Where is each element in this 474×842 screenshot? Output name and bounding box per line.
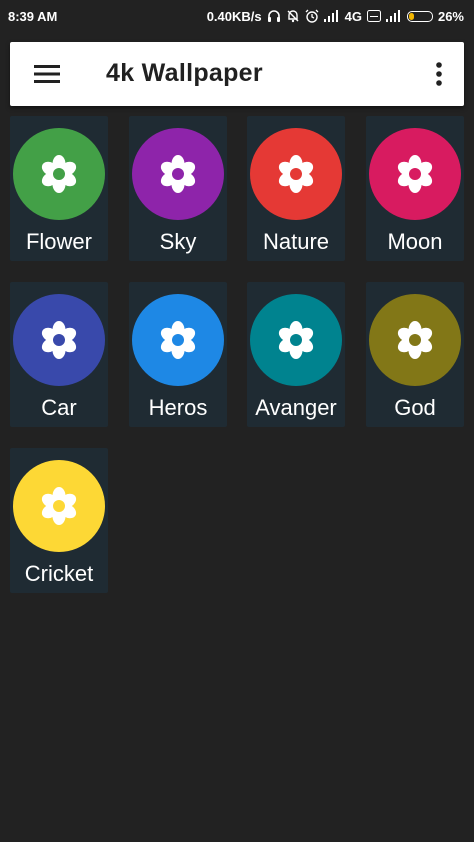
category-card-avanger[interactable]: Avanger: [247, 282, 345, 427]
flower-icon: [39, 154, 79, 194]
signal-2-icon: [385, 10, 402, 22]
overflow-menu-button[interactable]: [434, 60, 444, 88]
category-card-god[interactable]: God: [366, 282, 464, 427]
flower-icon: [39, 320, 79, 360]
flower-icon: [158, 320, 198, 360]
category-card-cricket[interactable]: Cricket: [10, 448, 108, 593]
category-card-heros[interactable]: Heros: [129, 282, 227, 427]
category-circle: [250, 128, 342, 220]
signal-icon: [323, 10, 340, 22]
category-card-nature[interactable]: Nature: [247, 116, 345, 261]
category-card-flower[interactable]: Flower: [10, 116, 108, 261]
category-circle: [13, 128, 105, 220]
flower-icon: [39, 486, 79, 526]
status-time: 8:39 AM: [8, 8, 58, 24]
category-circle: [132, 128, 224, 220]
category-label: Avanger: [255, 395, 337, 420]
flower-icon: [276, 154, 316, 194]
battery-level: [408, 12, 414, 20]
category-circle: [369, 128, 461, 220]
status-indicators: 0.40KB/s 4G 26%: [207, 9, 464, 24]
status-bar: 8:39 AM 0.40KB/s 4G 26%: [0, 0, 474, 32]
category-label: Moon: [387, 229, 443, 254]
flower-icon: [158, 154, 198, 194]
flower-icon: [395, 320, 435, 360]
category-card-car[interactable]: Car: [10, 282, 108, 427]
category-card-sky[interactable]: Sky: [129, 116, 227, 261]
flower-icon: [276, 320, 316, 360]
app-bar: 4k Wallpaper: [10, 42, 464, 106]
hamburger-menu-icon: [34, 65, 60, 83]
category-label: Nature: [262, 229, 330, 254]
category-label: Flower: [25, 229, 92, 254]
menu-button[interactable]: [34, 62, 60, 86]
network-speed: 0.40KB/s: [206, 8, 262, 24]
flower-icon: [395, 154, 435, 194]
category-circle: [13, 460, 105, 552]
category-circle: [250, 294, 342, 386]
category-label: God: [394, 395, 436, 420]
category-label: Cricket: [24, 561, 94, 586]
category-circle: [132, 294, 224, 386]
battery-icon: [406, 10, 433, 22]
notifications-off-icon: [286, 9, 300, 23]
category-card-moon[interactable]: Moon: [366, 116, 464, 261]
page-title: 4k Wallpaper: [106, 59, 263, 87]
headset-icon: [267, 9, 281, 23]
category-circle: [369, 294, 461, 386]
network-type: 4G: [344, 8, 362, 24]
battery-percent: 26%: [437, 8, 464, 24]
more-vert-icon: [436, 62, 442, 86]
category-label: Heros: [148, 395, 208, 420]
category-label: Sky: [159, 229, 197, 254]
category-label: Car: [41, 395, 77, 420]
alarm-icon: [305, 9, 319, 23]
category-circle: [13, 294, 105, 386]
volte-icon: [366, 10, 381, 22]
